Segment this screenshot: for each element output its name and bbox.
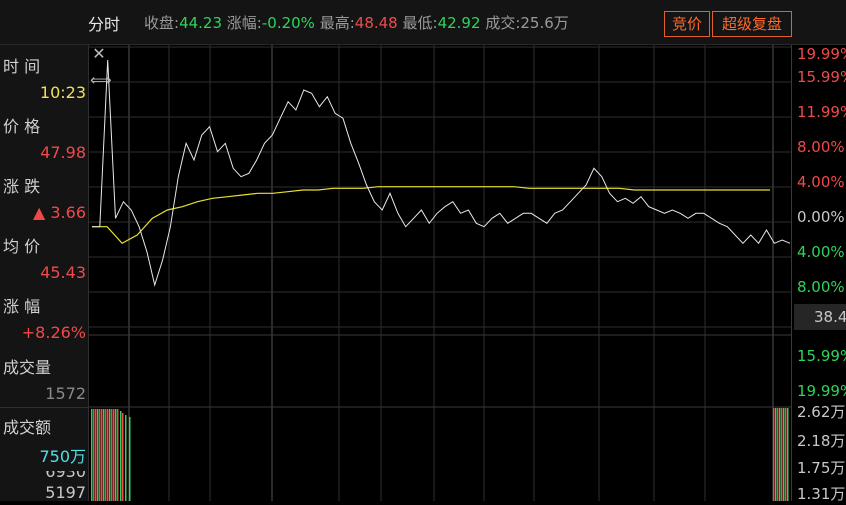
amount-bar bbox=[117, 409, 119, 501]
axis-label: 15.99% bbox=[797, 68, 846, 86]
amount-bar bbox=[99, 409, 101, 501]
resize-horizontal-icon[interactable]: ⟺ bbox=[90, 72, 112, 88]
amount-row-b: 5197 bbox=[45, 483, 86, 502]
volume-value-left: 1572 bbox=[45, 384, 86, 403]
amount-bar bbox=[111, 409, 113, 501]
axis-label: 4.00% bbox=[797, 173, 845, 191]
axis-label: 0.00% bbox=[797, 208, 845, 226]
amount-bar bbox=[97, 409, 99, 501]
change-pct-value: -0.20% bbox=[261, 14, 315, 32]
axis-label: 19.99% bbox=[797, 382, 846, 400]
avg-price-value: 45.43 bbox=[40, 263, 86, 282]
quote-header: 分时 收盘:44.23 涨幅:-0.20% 最高:48.48 最低:42.92 … bbox=[0, 0, 846, 45]
axis-label: 15.99% bbox=[797, 347, 846, 365]
average-price-line bbox=[92, 186, 770, 245]
amount-bar bbox=[120, 411, 122, 501]
amount-axis-label: 2.62万 bbox=[797, 403, 846, 421]
price-line bbox=[92, 59, 791, 287]
crosshair-info-panel: 时 间 10:23 价 格 47.98 涨 跌 ▲ 3.66 均 价 45.43… bbox=[0, 45, 89, 502]
pct-value: +8.26% bbox=[21, 323, 86, 342]
bid-auction-button[interactable]: 竞价 bbox=[664, 11, 710, 37]
time-value: 10:23 bbox=[39, 83, 86, 102]
amount-bar bbox=[781, 408, 783, 501]
change-label: 涨 跌 bbox=[3, 177, 41, 196]
low-label: 最低: bbox=[402, 14, 438, 32]
amount-bar bbox=[783, 408, 785, 501]
low-value: 42.92 bbox=[437, 14, 481, 32]
amount-bar bbox=[129, 417, 131, 501]
quote-summary: 收盘:44.23 涨幅:-0.20% 最高:48.48 最低:42.92 成交:… bbox=[144, 12, 569, 33]
amount-bar bbox=[95, 409, 97, 501]
axis-label: 4.00% bbox=[797, 243, 845, 261]
amount-bar bbox=[785, 408, 787, 501]
tab-intraday[interactable]: 分时 bbox=[88, 11, 120, 35]
amount-bar bbox=[777, 408, 779, 501]
amount-bars bbox=[91, 408, 789, 501]
intraday-chart-svg bbox=[89, 45, 791, 501]
avg-price-label: 均 价 bbox=[3, 237, 41, 256]
amount-axis-label: 1.75万 bbox=[797, 459, 846, 477]
chart-grid bbox=[89, 45, 791, 501]
current-price-marker: 38.4 bbox=[794, 304, 846, 330]
amount-bar bbox=[779, 408, 781, 501]
amount-bar bbox=[115, 409, 117, 501]
volume-label: 成交: bbox=[485, 14, 521, 32]
amount-bar bbox=[93, 409, 95, 501]
volume-value: 25.6万 bbox=[520, 14, 569, 32]
intraday-chart[interactable] bbox=[89, 45, 791, 501]
volume-label-left: 成交量 bbox=[3, 358, 52, 377]
amount-bar bbox=[125, 415, 127, 501]
change-value: ▲ 3.66 bbox=[32, 203, 86, 222]
close-label: 收盘: bbox=[144, 14, 180, 32]
change-pct-label: 涨幅: bbox=[226, 14, 262, 32]
amount-value: 750万 bbox=[39, 447, 86, 466]
close-icon[interactable]: ✕ bbox=[91, 46, 107, 62]
pct-label: 涨 幅 bbox=[3, 297, 41, 316]
super-replay-button[interactable]: 超级复盘 bbox=[712, 11, 792, 37]
axis-label: 11.99% bbox=[797, 103, 846, 121]
amount-bar bbox=[773, 408, 775, 501]
amount-bar bbox=[105, 409, 107, 501]
amount-bar bbox=[122, 413, 124, 501]
amount-bar bbox=[787, 408, 789, 501]
amount-bar bbox=[775, 408, 777, 501]
amount-bar bbox=[103, 409, 105, 501]
amount-axis-label: 2.18万 bbox=[797, 432, 846, 450]
amount-bar bbox=[107, 409, 109, 501]
axis-label: 8.00% bbox=[797, 138, 845, 156]
amount-bar bbox=[101, 409, 103, 501]
amount-bar bbox=[91, 409, 93, 501]
price-value: 47.98 bbox=[40, 143, 86, 162]
amount-label: 成交额 bbox=[3, 418, 52, 437]
close-value: 44.23 bbox=[179, 14, 223, 32]
panel-divider bbox=[0, 407, 88, 408]
high-label: 最高: bbox=[319, 14, 355, 32]
amount-bar bbox=[113, 409, 115, 501]
axis-label: 19.99% bbox=[797, 45, 846, 63]
amount-bar bbox=[109, 409, 111, 501]
price-axis: 19.99% 15.99% 11.99% 8.00% 4.00% 0.00% 4… bbox=[791, 45, 846, 503]
high-value: 48.48 bbox=[354, 14, 398, 32]
time-label: 时 间 bbox=[3, 57, 41, 76]
axis-label: 8.00% bbox=[797, 278, 845, 296]
price-label: 价 格 bbox=[3, 117, 41, 136]
